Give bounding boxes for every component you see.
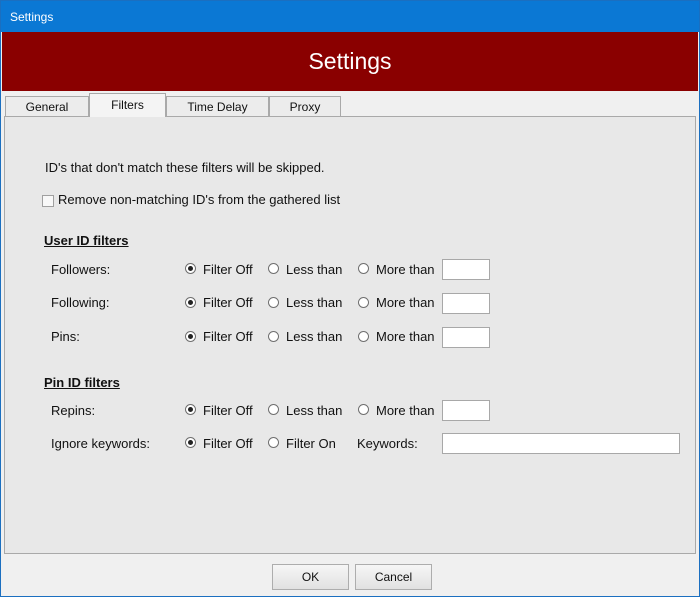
following-label: Following: (51, 295, 110, 310)
filters-panel: ID's that don't match these filters will… (4, 116, 696, 554)
keywords-field-label: Keywords: (357, 436, 418, 451)
tab-proxy[interactable]: Proxy (269, 96, 341, 116)
repins-label: Repins: (51, 403, 96, 418)
following-less-than-label: Less than (286, 295, 343, 310)
page-header: Settings (2, 32, 698, 91)
pins-value-input[interactable] (442, 327, 490, 348)
ok-button[interactable]: OK (272, 564, 349, 590)
keywords-filter-off-radio[interactable] (185, 437, 196, 448)
repins-filter-off-radio[interactable] (185, 404, 196, 415)
tab-time-delay[interactable]: Time Delay (166, 96, 269, 116)
tab-general[interactable]: General (5, 96, 89, 116)
repins-less-than-radio[interactable] (268, 404, 279, 415)
following-more-than-radio[interactable] (358, 297, 369, 308)
remove-non-matching-checkbox[interactable] (42, 195, 54, 207)
settings-window: Settings Settings General Filters Time D… (0, 0, 700, 597)
followers-less-than-label: Less than (286, 262, 343, 277)
pins-more-than-label: More than (376, 329, 435, 344)
following-more-than-label: More than (376, 295, 435, 310)
followers-value-input[interactable] (442, 259, 490, 280)
title-bar: Settings (1, 1, 699, 32)
repins-less-than-label: Less than (286, 403, 343, 418)
window-title: Settings (10, 10, 54, 24)
followers-more-than-label: More than (376, 262, 435, 277)
repins-more-than-label: More than (376, 403, 435, 418)
following-value-input[interactable] (442, 293, 490, 314)
keywords-filter-off-label: Filter Off (203, 436, 253, 451)
user-id-filters-heading: User ID filters (44, 233, 129, 248)
pins-filter-off-label: Filter Off (203, 329, 253, 344)
keywords-filter-on-label: Filter On (286, 436, 336, 451)
cancel-button[interactable]: Cancel (355, 564, 432, 590)
following-filter-off-radio[interactable] (185, 297, 196, 308)
repins-filter-off-label: Filter Off (203, 403, 253, 418)
remove-non-matching-label: Remove non-matching ID's from the gather… (58, 192, 341, 207)
keywords-input[interactable] (442, 433, 680, 454)
dialog-footer: OK Cancel (1, 554, 699, 596)
tab-filters[interactable]: Filters (89, 93, 166, 117)
pins-label: Pins: (51, 329, 80, 344)
pins-less-than-radio[interactable] (268, 331, 279, 342)
followers-label: Followers: (51, 262, 111, 277)
keywords-filter-on-radio[interactable] (268, 437, 279, 448)
ignore-keywords-label: Ignore keywords: (51, 436, 150, 451)
pins-filter-off-radio[interactable] (185, 331, 196, 342)
pin-id-filters-heading: Pin ID filters (44, 375, 120, 390)
followers-filter-off-radio[interactable] (185, 263, 196, 274)
following-less-than-radio[interactable] (268, 297, 279, 308)
intro-text: ID's that don't match these filters will… (45, 160, 325, 175)
pins-more-than-radio[interactable] (358, 331, 369, 342)
repins-value-input[interactable] (442, 400, 490, 421)
followers-filter-off-label: Filter Off (203, 262, 253, 277)
following-filter-off-label: Filter Off (203, 295, 253, 310)
followers-less-than-radio[interactable] (268, 263, 279, 274)
tab-strip: General Filters Time Delay Proxy (1, 91, 699, 117)
pins-less-than-label: Less than (286, 329, 343, 344)
followers-more-than-radio[interactable] (358, 263, 369, 274)
repins-more-than-radio[interactable] (358, 404, 369, 415)
